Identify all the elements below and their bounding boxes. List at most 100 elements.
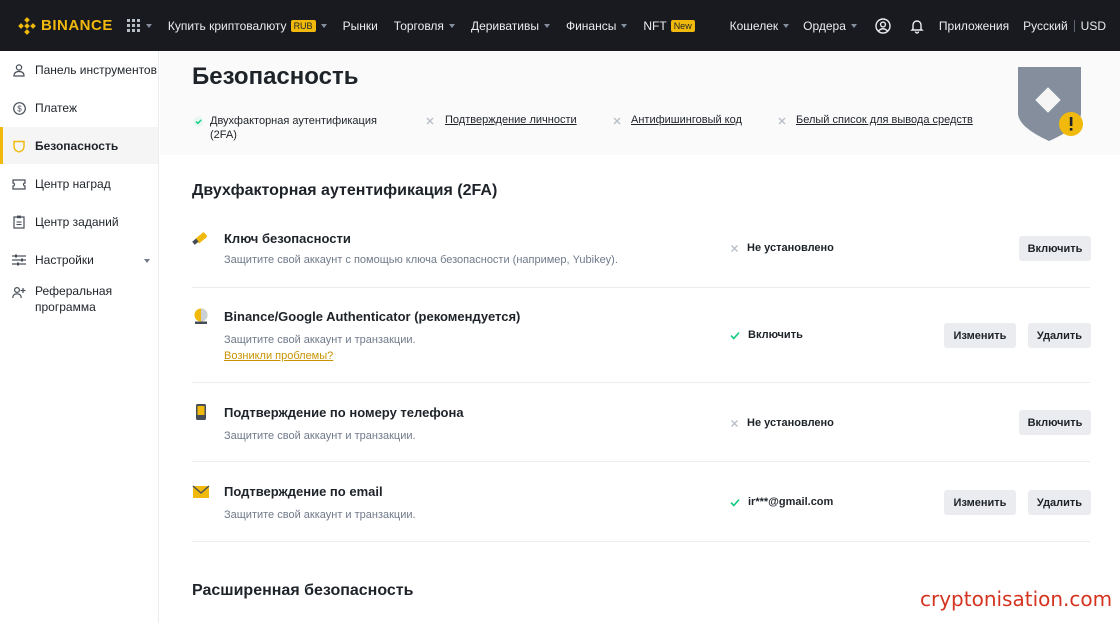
status-text: ir***@gmail.com xyxy=(748,496,834,508)
top-nav-bar: BINANCE Купить криптовалюту RUB Рынки То… xyxy=(0,0,1120,51)
sidebar-item-label: Центр наград xyxy=(35,177,111,191)
checklist-whitelist[interactable]: Белый список для вывода средств xyxy=(777,114,973,129)
status-not-set: Не установлено xyxy=(730,417,834,429)
nav-wallet[interactable]: Кошелек xyxy=(730,19,790,33)
nav-label: Кошелек xyxy=(729,18,779,33)
watermark-text: cryptonisation.com xyxy=(920,587,1113,611)
nav-label: USD xyxy=(1080,18,1106,33)
2fa-row-authenticator: Binance/Google Authenticator (рекомендуе… xyxy=(192,288,1091,383)
clipboard-icon xyxy=(12,215,26,229)
authenticator-icon xyxy=(194,308,208,324)
chevron-down-icon xyxy=(850,23,857,28)
checklist-label: Двухфакторная аутентификация (2FA) xyxy=(210,115,377,141)
nav-nft[interactable]: NFT New xyxy=(643,18,695,33)
nav-right-group: Кошелек Ордера Приложения Русский USD xyxy=(716,0,1106,51)
dollar-icon: $ xyxy=(12,101,26,115)
row-description: Защитите свой аккаунт и транзакции. xyxy=(224,430,416,442)
logo-text: BINANCE xyxy=(41,17,113,34)
nav-buy-crypto[interactable]: Купить криптовалюту RUB xyxy=(168,19,327,33)
section-title-2fa: Двухфакторная аутентификация (2FA) xyxy=(192,182,498,199)
chevron-down-icon xyxy=(621,23,628,28)
nav-trade[interactable]: Торговля xyxy=(394,19,455,33)
nav-label: Торговля xyxy=(393,18,444,33)
delete-button[interactable]: Удалить xyxy=(1028,490,1091,515)
sidebar-item-rewards[interactable]: Центр наград xyxy=(0,177,158,197)
row-description: Защитите свой аккаунт и транзакции. xyxy=(224,334,416,346)
security-key-icon xyxy=(192,232,208,245)
row-title: Binance/Google Authenticator (рекомендуе… xyxy=(224,309,521,324)
sliders-icon xyxy=(12,253,26,267)
nav-orders[interactable]: Ордера xyxy=(803,19,857,33)
user-icon xyxy=(12,63,26,77)
checklist-antiphishing[interactable]: Антифишинговый код xyxy=(612,114,742,129)
ticket-icon xyxy=(12,177,26,191)
check-icon xyxy=(730,498,740,507)
sidebar-item-label: Безопасность xyxy=(35,139,119,153)
row-description: Защитите свой аккаунт с помощью ключа бе… xyxy=(224,254,618,266)
sidebar: Панель инструментов $ Платеж Безопасност… xyxy=(0,51,159,623)
svg-text:$: $ xyxy=(17,104,22,113)
nav-label: Ордера xyxy=(803,18,846,33)
nav-label: Деривативы xyxy=(470,18,539,33)
nav-label: Рынки xyxy=(342,18,378,33)
sidebar-item-label: Реферальная программа xyxy=(35,284,113,314)
2fa-row-email: Подтверждение по email Защитите свой акк… xyxy=(192,462,1091,542)
row-title: Подтверждение по номеру телефона xyxy=(224,405,464,420)
sidebar-item-label: Платеж xyxy=(35,101,77,115)
row-title: Ключ безопасности xyxy=(224,231,351,246)
section-title-advanced: Расширенная безопасность xyxy=(192,582,414,599)
page-title: Безопасность xyxy=(192,63,359,90)
delete-button[interactable]: Удалить xyxy=(1028,323,1091,348)
enable-button[interactable]: Включить xyxy=(1019,236,1091,261)
row-title: Подтверждение по email xyxy=(224,484,383,499)
chevron-down-icon xyxy=(320,23,327,28)
cross-icon xyxy=(730,419,739,428)
nav-finance[interactable]: Финансы xyxy=(565,18,628,33)
sidebar-item-dashboard[interactable]: Панель инструментов xyxy=(0,63,158,83)
profile-icon[interactable] xyxy=(875,17,891,34)
security-level-shield-icon xyxy=(1018,67,1086,148)
sidebar-item-label: Панель инструментов xyxy=(35,63,157,77)
currency-badge: RUB xyxy=(290,19,316,32)
checklist-label: Подтверждение личности xyxy=(445,114,577,126)
nav-label: NFT xyxy=(643,18,667,33)
nav-label: Купить криптовалюту xyxy=(167,18,287,33)
bell-icon[interactable] xyxy=(909,18,925,34)
chevron-down-icon xyxy=(543,23,550,28)
status-text: Включить xyxy=(748,329,803,341)
check-icon xyxy=(730,331,740,340)
nav-apps[interactable]: Приложения xyxy=(939,19,1009,33)
nav-derivatives[interactable]: Деривативы xyxy=(471,19,550,33)
nav-label: Финансы xyxy=(565,18,617,33)
binance-logo[interactable]: BINANCE xyxy=(18,16,113,35)
sidebar-item-payment[interactable]: $ Платеж xyxy=(0,101,158,121)
divider xyxy=(1073,19,1075,32)
currency-selector[interactable]: USD xyxy=(1081,19,1106,33)
trouble-link[interactable]: Возникли проблемы? xyxy=(224,350,333,362)
chevron-down-icon xyxy=(783,23,790,28)
shield-icon xyxy=(12,139,26,153)
status-email: ir***@gmail.com xyxy=(730,496,833,508)
sidebar-item-security[interactable]: Безопасность xyxy=(0,127,158,164)
new-badge: New xyxy=(670,19,695,32)
phone-icon xyxy=(196,404,206,420)
email-icon xyxy=(192,485,210,498)
add-user-icon xyxy=(12,285,26,299)
checklist-label: Антифишинговый код xyxy=(631,114,742,126)
cross-icon xyxy=(612,116,622,129)
checklist-label: Белый список для вывода средств xyxy=(796,114,973,126)
change-button[interactable]: Изменить xyxy=(944,323,1016,348)
enable-button[interactable]: Включить xyxy=(1019,410,1091,435)
sidebar-item-referral[interactable]: Реферальная программа xyxy=(0,283,158,317)
nav-markets[interactable]: Рынки xyxy=(343,19,378,33)
change-button[interactable]: Изменить xyxy=(944,490,1016,515)
language-selector[interactable]: Русский xyxy=(1023,19,1068,33)
sidebar-item-settings[interactable]: Настройки xyxy=(0,253,158,273)
status-text: Не установлено xyxy=(747,242,834,254)
sidebar-item-tasks[interactable]: Центр заданий xyxy=(0,215,158,235)
binance-logo-icon xyxy=(18,16,36,35)
cross-icon xyxy=(730,244,739,253)
apps-grid-icon[interactable] xyxy=(126,18,152,33)
checklist-identity[interactable]: Подтверждение личности xyxy=(425,114,577,129)
2fa-row-security-key: Ключ безопасности Защитите свой аккаунт … xyxy=(192,219,1091,288)
